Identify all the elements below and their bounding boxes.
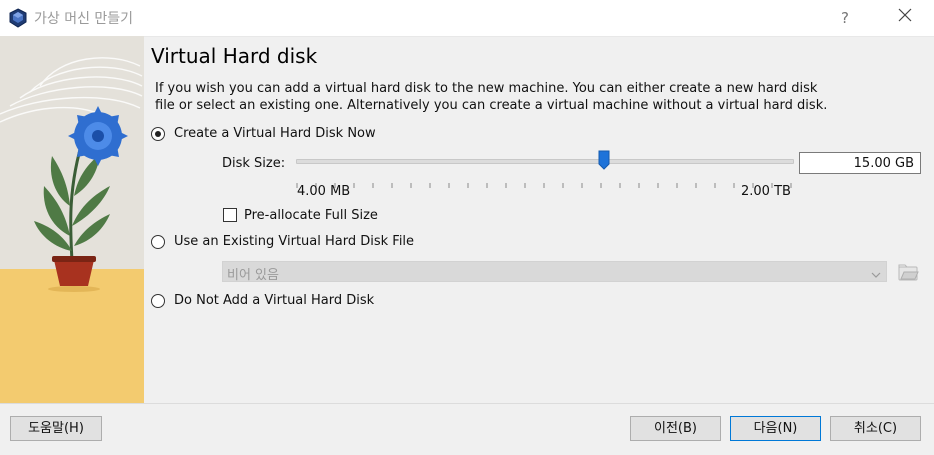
- page-description: If you wish you can add a virtual hard d…: [155, 80, 845, 114]
- create-now-label[interactable]: Create a Virtual Hard Disk Now: [174, 126, 376, 141]
- help-button[interactable]: 도움말(H): [10, 416, 102, 441]
- back-button[interactable]: 이전(B): [630, 416, 721, 441]
- cancel-button[interactable]: 취소(C): [830, 416, 921, 441]
- existing-disk-select[interactable]: 비어 있음: [222, 261, 887, 285]
- button-bar: 도움말(H) 이전(B) 다음(N) 취소(C): [0, 403, 934, 455]
- create-now-radio[interactable]: [151, 127, 165, 141]
- preallocate-label[interactable]: Pre-allocate Full Size: [244, 208, 378, 223]
- chevron-down-icon: [870, 266, 882, 285]
- disk-size-slider-ticks: [296, 174, 792, 188]
- disk-size-slider-handle[interactable]: [598, 150, 610, 170]
- window-title: 가상 머신 만들기: [34, 11, 134, 27]
- close-button[interactable]: [890, 6, 920, 30]
- help-title-button[interactable]: ?: [830, 6, 860, 30]
- description-line: If you wish you can add a virtual hard d…: [155, 81, 818, 96]
- virtualbox-icon: [8, 8, 28, 28]
- use-existing-radio[interactable]: [151, 235, 165, 249]
- wizard-illustration: [0, 36, 144, 403]
- close-icon: [898, 8, 912, 22]
- disk-size-input[interactable]: [799, 152, 921, 174]
- next-button[interactable]: 다음(N): [730, 416, 821, 441]
- disk-size-label: Disk Size:: [222, 156, 286, 171]
- description-line: file or select an existing one. Alternat…: [155, 98, 828, 113]
- preallocate-checkbox[interactable]: [223, 208, 237, 222]
- disk-size-max-label: 2.00 TB: [741, 184, 791, 199]
- choose-disk-file-button[interactable]: [896, 261, 920, 283]
- no-disk-label[interactable]: Do Not Add a Virtual Hard Disk: [174, 293, 374, 308]
- disk-size-slider-track[interactable]: [296, 159, 794, 164]
- use-existing-label[interactable]: Use an Existing Virtual Hard Disk File: [174, 234, 414, 249]
- no-disk-radio[interactable]: [151, 294, 165, 308]
- folder-icon: [898, 264, 919, 281]
- existing-disk-select-value: 비어 있음: [227, 268, 279, 283]
- title-bar: 가상 머신 만들기 ?: [0, 0, 934, 37]
- page-title: Virtual Hard disk: [151, 44, 318, 68]
- disk-size-min-label: 4.00 MB: [297, 184, 351, 199]
